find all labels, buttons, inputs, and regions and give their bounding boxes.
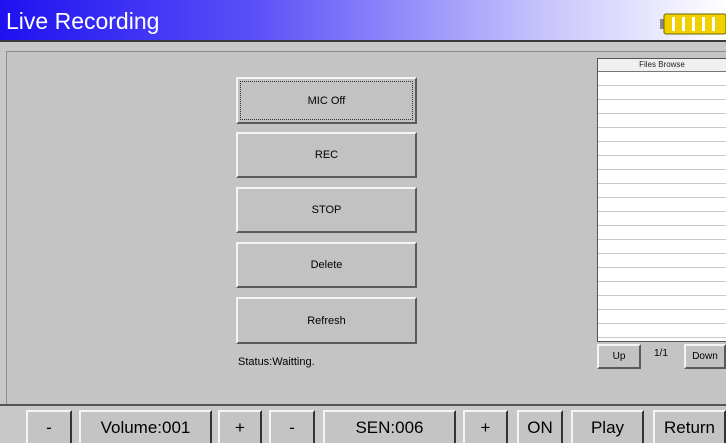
list-item[interactable] xyxy=(598,114,726,128)
stop-button[interactable]: STOP xyxy=(236,187,417,233)
files-up-button[interactable]: Up xyxy=(597,344,641,369)
list-item[interactable] xyxy=(598,72,726,86)
list-item[interactable] xyxy=(598,324,726,338)
play-button[interactable]: Play xyxy=(571,410,644,443)
files-down-button[interactable]: Down xyxy=(684,344,726,369)
title-bar: Live Recording xyxy=(0,0,726,42)
on-button[interactable]: ON xyxy=(517,410,563,443)
volume-minus-button[interactable]: - xyxy=(26,410,72,443)
delete-button[interactable]: Delete xyxy=(236,242,417,288)
files-browse-list[interactable]: Files Browse xyxy=(597,58,726,342)
list-item[interactable] xyxy=(598,212,726,226)
sen-display: SEN:006 xyxy=(323,410,456,443)
rec-button[interactable]: REC xyxy=(236,132,417,178)
list-item[interactable] xyxy=(598,198,726,212)
list-item[interactable] xyxy=(598,254,726,268)
list-item[interactable] xyxy=(598,142,726,156)
list-item[interactable] xyxy=(598,156,726,170)
files-browse-header: Files Browse xyxy=(598,59,726,72)
list-item[interactable] xyxy=(598,226,726,240)
list-item[interactable] xyxy=(598,86,726,100)
refresh-button[interactable]: Refresh xyxy=(236,297,417,344)
list-item[interactable] xyxy=(598,128,726,142)
list-item[interactable] xyxy=(598,268,726,282)
files-page-indicator: 1/1 xyxy=(654,348,668,359)
sen-minus-button[interactable]: - xyxy=(269,410,315,443)
list-item[interactable] xyxy=(598,184,726,198)
list-item[interactable] xyxy=(598,240,726,254)
battery-full-icon xyxy=(660,13,726,35)
list-item[interactable] xyxy=(598,310,726,324)
list-item[interactable] xyxy=(598,100,726,114)
list-item[interactable] xyxy=(598,170,726,184)
mic-toggle-button[interactable]: MIC Off xyxy=(236,77,417,124)
bottom-toolbar: - Volume:001 + - SEN:006 + ON Play Retur… xyxy=(0,404,726,443)
list-item[interactable] xyxy=(598,296,726,310)
volume-display: Volume:001 xyxy=(79,410,212,443)
return-button[interactable]: Return xyxy=(653,410,726,443)
page-title: Live Recording xyxy=(6,8,160,34)
status-text: Status:Waitting. xyxy=(238,356,315,368)
sen-plus-button[interactable]: + xyxy=(463,410,508,443)
volume-plus-button[interactable]: + xyxy=(218,410,262,443)
list-item[interactable] xyxy=(598,282,726,296)
